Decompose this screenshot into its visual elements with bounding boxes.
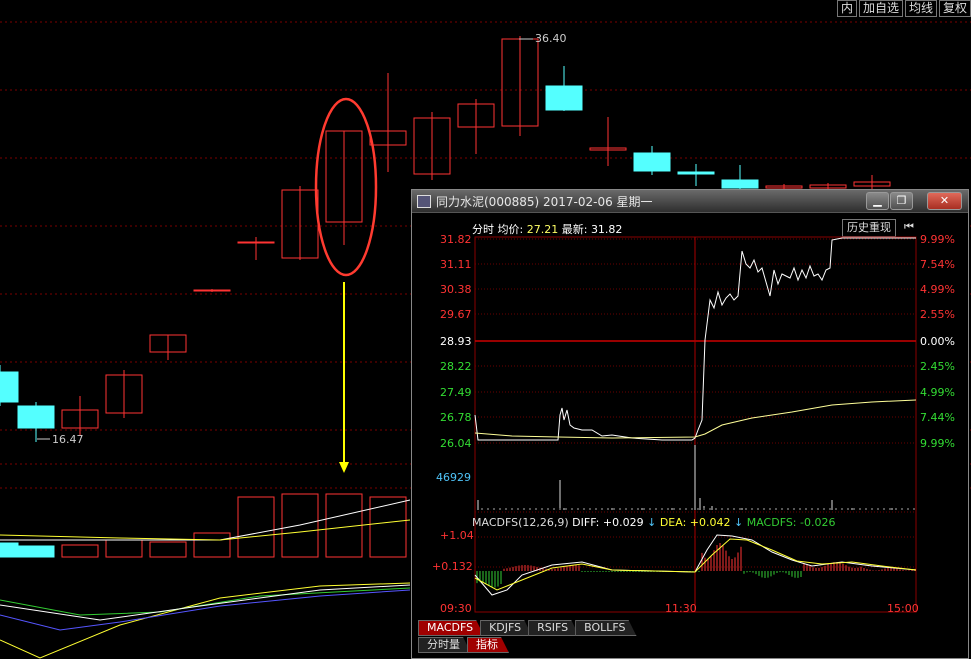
pct-tick: 7.54%	[920, 258, 955, 271]
volume-bar	[369, 496, 407, 558]
candle-body	[193, 289, 231, 292]
toolbar-button-moving-average[interactable]: 均线	[904, 0, 937, 17]
time-tick-close: 15:00	[887, 602, 919, 615]
pct-tick: 7.44%	[920, 411, 955, 424]
time-tick-open: 09:30	[440, 602, 472, 615]
indicator-line	[0, 587, 411, 616]
pct-tick: 4.99%	[920, 283, 955, 296]
candle-body	[237, 241, 275, 244]
macd-header: MACDFS(12,26,9) DIFF: +0.029 ↓ DEA: +0.0…	[472, 516, 835, 529]
highlight-arrow-head	[339, 462, 349, 473]
indicator-tabs: MACDFS KDJFS RSIFS BOLLFS	[418, 620, 633, 636]
pct-tick: 9.99%	[920, 437, 955, 450]
price-tick: 30.38	[440, 283, 472, 296]
volume-bar	[105, 539, 143, 558]
toolbar-button-inner[interactable]: 内	[836, 0, 857, 17]
pct-tick: 2.55%	[920, 308, 955, 321]
price-tick: 26.04	[440, 437, 472, 450]
pct-tick: 4.99%	[920, 386, 955, 399]
tab-intraday-volume[interactable]: 分时量	[418, 637, 471, 653]
intraday-chart	[474, 236, 917, 613]
dea-down-arrow-icon: ↓	[734, 516, 744, 529]
toolbar-button-adjust[interactable]: 复权	[938, 0, 971, 17]
candle-body	[633, 152, 671, 172]
macd-axis-mid: +0.132	[432, 560, 473, 573]
volume-bars	[0, 493, 407, 558]
toolbar-button-add-watchlist[interactable]: 加自选	[858, 0, 903, 17]
intraday-popup-window: 同力水泥(000885) 2017-02-06 星期一 ▁ ❐ ✕ 分时 均价:…	[411, 189, 969, 659]
volume-bar	[0, 542, 19, 558]
top-toolbar: 内 加自选 均线 复权	[836, 0, 971, 17]
price-tick: 27.49	[440, 386, 472, 399]
pct-tick: 2.45%	[920, 360, 955, 373]
volume-bar	[61, 544, 99, 558]
macd-axis-top: +1.04	[440, 529, 474, 542]
tab-macdfs[interactable]: MACDFS	[418, 620, 484, 636]
view-tabs: 分时量 指标	[418, 637, 505, 653]
diff-down-arrow-icon: ↓	[647, 516, 657, 529]
volume-bar	[17, 545, 55, 558]
pct-tick: 0.00%	[920, 335, 955, 348]
highlight-ellipse	[314, 97, 378, 277]
candle-body	[545, 85, 583, 111]
tab-kdjfs[interactable]: KDJFS	[480, 620, 532, 636]
intraday-volume-layer	[477, 445, 915, 510]
volume-bar	[237, 496, 275, 558]
macd-diff: DIFF: +0.029	[572, 516, 644, 529]
macd-dea: DEA: +0.042	[659, 516, 731, 529]
price-tick: 31.82	[440, 233, 472, 246]
tab-rsifs[interactable]: RSIFS	[528, 620, 579, 636]
candle-body	[17, 405, 55, 429]
price-tick: 28.22	[440, 360, 472, 373]
tab-bollfs[interactable]: BOLLFS	[575, 620, 636, 636]
high-price-label: 36.40	[535, 32, 567, 45]
candle-body	[721, 179, 759, 189]
macd-macdfs: MACDFS: -0.026	[746, 516, 836, 529]
volume-bar	[193, 532, 231, 558]
volume-bar	[149, 541, 187, 558]
price-tick: 28.93	[440, 335, 472, 348]
volume-max-label: 46929	[436, 471, 471, 484]
low-price-label: 16.47	[52, 433, 84, 446]
candle-body	[677, 171, 715, 175]
indicator-line	[0, 589, 411, 631]
indicator-lines	[0, 499, 411, 659]
pct-tick: 9.99%	[920, 233, 955, 246]
price-tick: 26.78	[440, 411, 472, 424]
macd-title: MACDFS(12,26,9)	[472, 516, 569, 529]
candle-body	[0, 371, 19, 403]
time-tick-noon: 11:30	[665, 602, 697, 615]
intraday-grid	[474, 236, 917, 613]
price-tick: 31.11	[440, 258, 472, 271]
volume-ma-line	[0, 499, 411, 541]
tab-indicator[interactable]: 指标	[467, 637, 509, 653]
volume-ma-line	[0, 519, 411, 541]
price-tick: 29.67	[440, 308, 472, 321]
